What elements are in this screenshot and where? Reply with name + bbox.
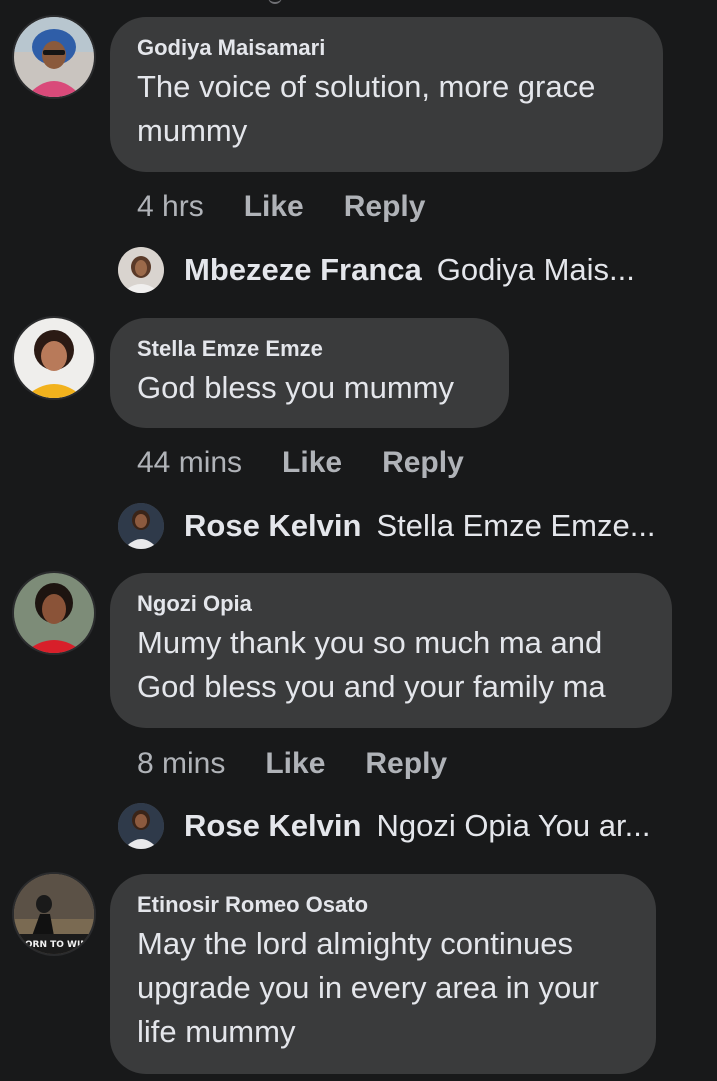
like-button[interactable]: Like: [282, 446, 342, 480]
reply-avatar[interactable]: [118, 503, 164, 549]
reply-preview-text: Ngozi Opia You ar...: [376, 808, 651, 843]
comment-timestamp[interactable]: 4 hrs: [137, 190, 204, 224]
comment-author[interactable]: Ngozi Opia: [137, 591, 646, 617]
profile-photo-icon: [118, 803, 164, 849]
profile-photo-icon: [14, 573, 94, 653]
reply-preview-text: Godiya Mais...: [436, 252, 635, 287]
comment-text: May the lord almighty continues upgrade …: [137, 926, 599, 1049]
comment-timestamp[interactable]: 8 mins: [137, 747, 225, 781]
comment-bubble[interactable]: Godiya Maisamari The voice of solution, …: [110, 17, 663, 172]
reply-author[interactable]: Rose Kelvin: [184, 808, 361, 844]
previous-content-edge: [268, 0, 282, 4]
comment-text: God bless you mummy: [137, 370, 454, 405]
avatar-caption: BORN TO WIN: [18, 940, 88, 950]
comment-actions: 44 mins Like Reply: [137, 446, 464, 480]
comments-screen: Godiya Maisamari The voice of solution, …: [0, 0, 717, 1081]
reply-preview-row[interactable]: Rose Kelvin Stella Emze Emze...: [118, 503, 656, 549]
reply-button[interactable]: Reply: [344, 190, 426, 224]
comment-author[interactable]: Etinosir Romeo Osato: [137, 892, 630, 918]
comment-bubble[interactable]: Stella Emze Emze God bless you mummy: [110, 318, 509, 428]
reply-button[interactable]: Reply: [365, 747, 447, 781]
reply-preview-row[interactable]: Mbezeze Franca Godiya Mais...: [118, 247, 635, 293]
reply-preview-text: Stella Emze Emze...: [376, 508, 656, 543]
commenter-avatar[interactable]: [14, 318, 94, 398]
like-button[interactable]: Like: [265, 747, 325, 781]
reply-preview-row[interactable]: Rose Kelvin Ngozi Opia You ar...: [118, 803, 650, 849]
reply-author[interactable]: Rose Kelvin: [184, 508, 361, 544]
reply-avatar[interactable]: [118, 803, 164, 849]
comment-bubble[interactable]: Ngozi Opia Mumy thank you so much ma and…: [110, 573, 672, 728]
profile-photo-icon: [14, 17, 94, 97]
comment-text: Mumy thank you so much ma and God bless …: [137, 625, 606, 704]
comment-author[interactable]: Stella Emze Emze: [137, 336, 483, 362]
comment-actions: 4 hrs Like Reply: [137, 190, 425, 224]
reply-author[interactable]: Mbezeze Franca: [184, 252, 422, 288]
profile-photo-icon: BORN TO WIN: [14, 874, 94, 954]
like-button[interactable]: Like: [244, 190, 304, 224]
comment-text: The voice of solution, more grace mummy: [137, 69, 596, 148]
comment-bubble[interactable]: Etinosir Romeo Osato May the lord almigh…: [110, 874, 656, 1074]
commenter-avatar[interactable]: [14, 573, 94, 653]
comment-actions: 8 mins Like Reply: [137, 747, 447, 781]
profile-photo-icon: [118, 503, 164, 549]
reply-avatar[interactable]: [118, 247, 164, 293]
comment-author[interactable]: Godiya Maisamari: [137, 35, 637, 61]
profile-photo-icon: [14, 318, 94, 398]
profile-photo-icon: [118, 247, 164, 293]
commenter-avatar[interactable]: BORN TO WIN: [14, 874, 94, 954]
comment-timestamp[interactable]: 44 mins: [137, 446, 242, 480]
commenter-avatar[interactable]: [14, 17, 94, 97]
reply-button[interactable]: Reply: [382, 446, 464, 480]
